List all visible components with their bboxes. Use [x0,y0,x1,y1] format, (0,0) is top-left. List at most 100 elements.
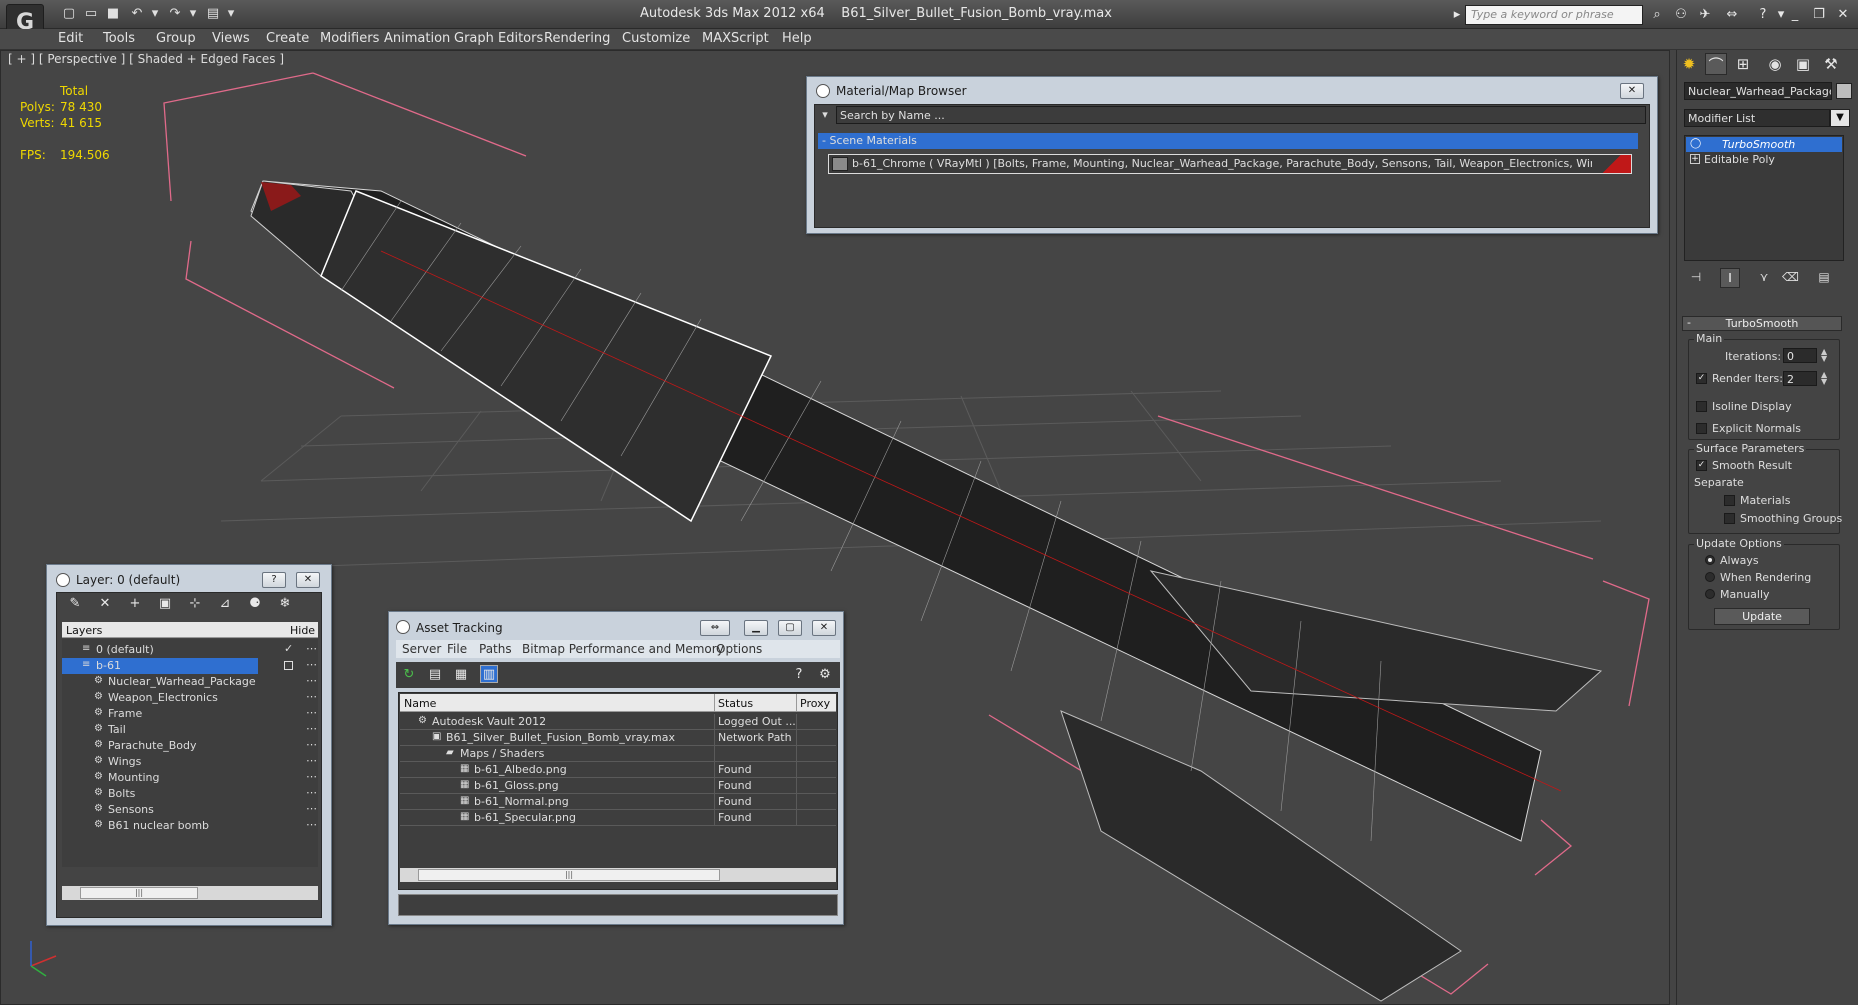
hide-toggle-icon[interactable]: ⋯ [306,706,317,719]
select-layer-icon[interactable]: ⊹ [186,595,204,613]
viewport-label[interactable]: [ + ] [ Perspective ] [ Shaded + Edged F… [8,52,284,66]
layer-row[interactable]: ⚙ Wings ⋯ [62,754,318,770]
hide-all-layers-icon[interactable]: ⚈ [246,595,264,613]
menu-maxscript[interactable]: MAXScript [702,31,769,46]
asset-menu-options[interactable]: Options [716,642,762,656]
undo-dropdown-icon[interactable]: ▾ [146,5,164,23]
expand-plus-icon[interactable]: + [1690,154,1700,164]
material-browser-close-button[interactable]: ✕ [1620,83,1644,99]
asset-dock-button[interactable]: ⇔ [700,620,730,636]
new-file-icon[interactable]: ▢ [60,5,78,23]
menu-group[interactable]: Group [156,31,196,46]
object-name-field[interactable]: Nuclear_Warhead_Package [1684,82,1832,100]
asset-row[interactable]: ▣ B61_Silver_Bullet_Fusion_Bomb_vray.max N… [400,730,836,746]
asset-row[interactable]: ▰ Maps / Shaders [400,746,836,762]
search-input[interactable]: Type a keyword or phrase [1465,5,1643,25]
modify-tab-icon[interactable]: ⌒ [1705,53,1727,75]
hide-toggle-icon[interactable]: ⋯ [306,786,317,799]
stack-item-label[interactable]: Editable Poly [1704,153,1775,166]
open-file-icon[interactable]: ▭ [82,5,100,23]
smooth-result-checkbox[interactable]: ✓ [1696,460,1707,471]
current-layer-check-icon[interactable]: ✓ [284,642,293,655]
menu-graph-editors[interactable]: Graph Editors [454,31,543,46]
layer-help-button[interactable]: ? [262,572,286,588]
asset-menu-file[interactable]: File [447,642,467,656]
layer-row[interactable]: ⚙ Frame ⋯ [62,706,318,722]
hide-toggle-icon[interactable]: ⋯ [306,674,317,687]
asset-col-proxy[interactable]: Proxy [800,697,830,710]
hierarchy-tab-icon[interactable]: ⊞ [1732,53,1754,75]
save-icon[interactable]: ■ [104,5,122,23]
browser-options-icon[interactable]: ▾ [816,106,834,124]
table-view-icon[interactable]: ▥ [480,665,498,683]
make-unique-icon[interactable]: ⋎ [1756,270,1772,286]
search-expand-icon[interactable]: ▸ [1448,6,1466,24]
asset-scroll-thumb[interactable]: ||| [418,869,720,881]
layer-row[interactable]: ⚙ Tail ⋯ [62,722,318,738]
hide-toggle-icon[interactable]: ⋯ [306,738,317,751]
explicit-normals-checkbox[interactable] [1696,423,1707,434]
refresh-icon[interactable]: ↻ [400,666,418,684]
isoline-display-checkbox[interactable] [1696,401,1707,412]
asset-row[interactable]: ▦ b-61_Gloss.png Found [400,778,836,794]
hide-toggle-icon[interactable]: ⋯ [306,722,317,735]
freeze-all-layers-icon[interactable]: ❄ [276,595,294,613]
object-color-swatch[interactable] [1836,83,1852,99]
render-iters-checkbox[interactable]: ✓ [1696,373,1707,384]
layers-column-label[interactable]: Layers [66,624,102,637]
undo-icon[interactable]: ↶ [128,5,146,23]
layer-row[interactable]: ⚙ B61 nuclear bomb ⋯ [62,818,318,834]
set-current-layer-icon[interactable]: ⊿ [216,595,234,613]
iterations-spinner[interactable]: 0 [1783,348,1817,363]
asset-row[interactable]: ▦ b-61_Albedo.png Found [400,762,836,778]
menu-rendering[interactable]: Rendering [544,31,610,46]
layer-close-button[interactable]: ✕ [296,572,320,588]
material-search-input[interactable]: Search by Name ... [836,106,1646,124]
minimize-icon[interactable]: _ [1786,6,1804,24]
menu-tools[interactable]: Tools [103,31,135,46]
hide-toggle-icon[interactable]: ⋯ [306,754,317,767]
layer-row[interactable]: ⚙ Nuclear_Warhead_Package ⋯ [62,674,318,690]
list-view-icon[interactable]: ▤ [426,666,444,684]
render-iters-spinner[interactable]: 2 [1783,371,1817,386]
menu-customize[interactable]: Customize [622,31,690,46]
asset-path-field[interactable] [398,894,838,916]
asset-row[interactable]: ⚙ Autodesk Vault 2012 Logged Out ... [400,714,836,730]
menu-help[interactable]: Help [782,31,812,46]
update-when-rendering-radio[interactable] [1705,572,1715,582]
asset-maximize-button[interactable]: ▢ [778,620,802,636]
exchange-icon[interactable]: ⇔ [1720,6,1744,24]
separate-smoothing-groups-checkbox[interactable] [1724,513,1735,524]
modifier-list-dropdown[interactable]: Modifier List [1684,109,1830,127]
asset-menu-bitmap-performance[interactable]: Bitmap Performance and Memory [522,642,724,656]
hide-toggle-icon[interactable]: ⋯ [306,690,317,703]
delete-layer-icon[interactable]: ✕ [96,595,114,613]
subscription-icon[interactable]: ⚇ [1672,6,1690,24]
menu-views[interactable]: Views [212,31,250,46]
update-button[interactable]: Update [1714,608,1810,625]
current-layer-toggle[interactable] [284,661,293,670]
render-iters-spinner-arrows[interactable]: ▲ ▼ [1821,371,1827,386]
create-layer-icon[interactable]: ✎ [66,595,84,613]
remove-modifier-icon[interactable]: ⌫ [1782,270,1799,286]
layer-row[interactable]: ⚙ Weapon_Electronics ⋯ [62,690,318,706]
hide-toggle-icon[interactable]: ⋯ [306,802,317,815]
close-icon[interactable]: ✕ [1834,6,1852,24]
show-end-result-icon[interactable]: Ⅰ [1720,268,1740,288]
add-to-layer-icon[interactable]: + [126,595,144,613]
display-tab-icon[interactable]: ▣ [1792,53,1814,75]
layer-row[interactable]: ⚙ Mounting ⋯ [62,770,318,786]
rollout-collapse-icon[interactable]: - [1687,316,1691,329]
layer-row[interactable]: ⚙ Parachute_Body ⋯ [62,738,318,754]
asset-col-name[interactable]: Name [404,697,436,710]
layer-row[interactable]: ⚙ Sensons ⋯ [62,802,318,818]
menu-animation[interactable]: Animation [384,31,450,46]
hide-toggle-icon[interactable]: ⋯ [306,770,317,783]
create-tab-icon[interactable]: ✹ [1678,53,1700,75]
project-dropdown-icon[interactable]: ▾ [222,5,240,23]
iterations-spinner-arrows[interactable]: ▲ ▼ [1821,348,1827,363]
configure-sets-icon[interactable]: ▤ [1816,270,1832,286]
utilities-tab-icon[interactable]: ⚒ [1820,53,1842,75]
asset-help-icon[interactable]: ? [790,666,808,684]
redo-icon[interactable]: ↷ [166,5,184,23]
